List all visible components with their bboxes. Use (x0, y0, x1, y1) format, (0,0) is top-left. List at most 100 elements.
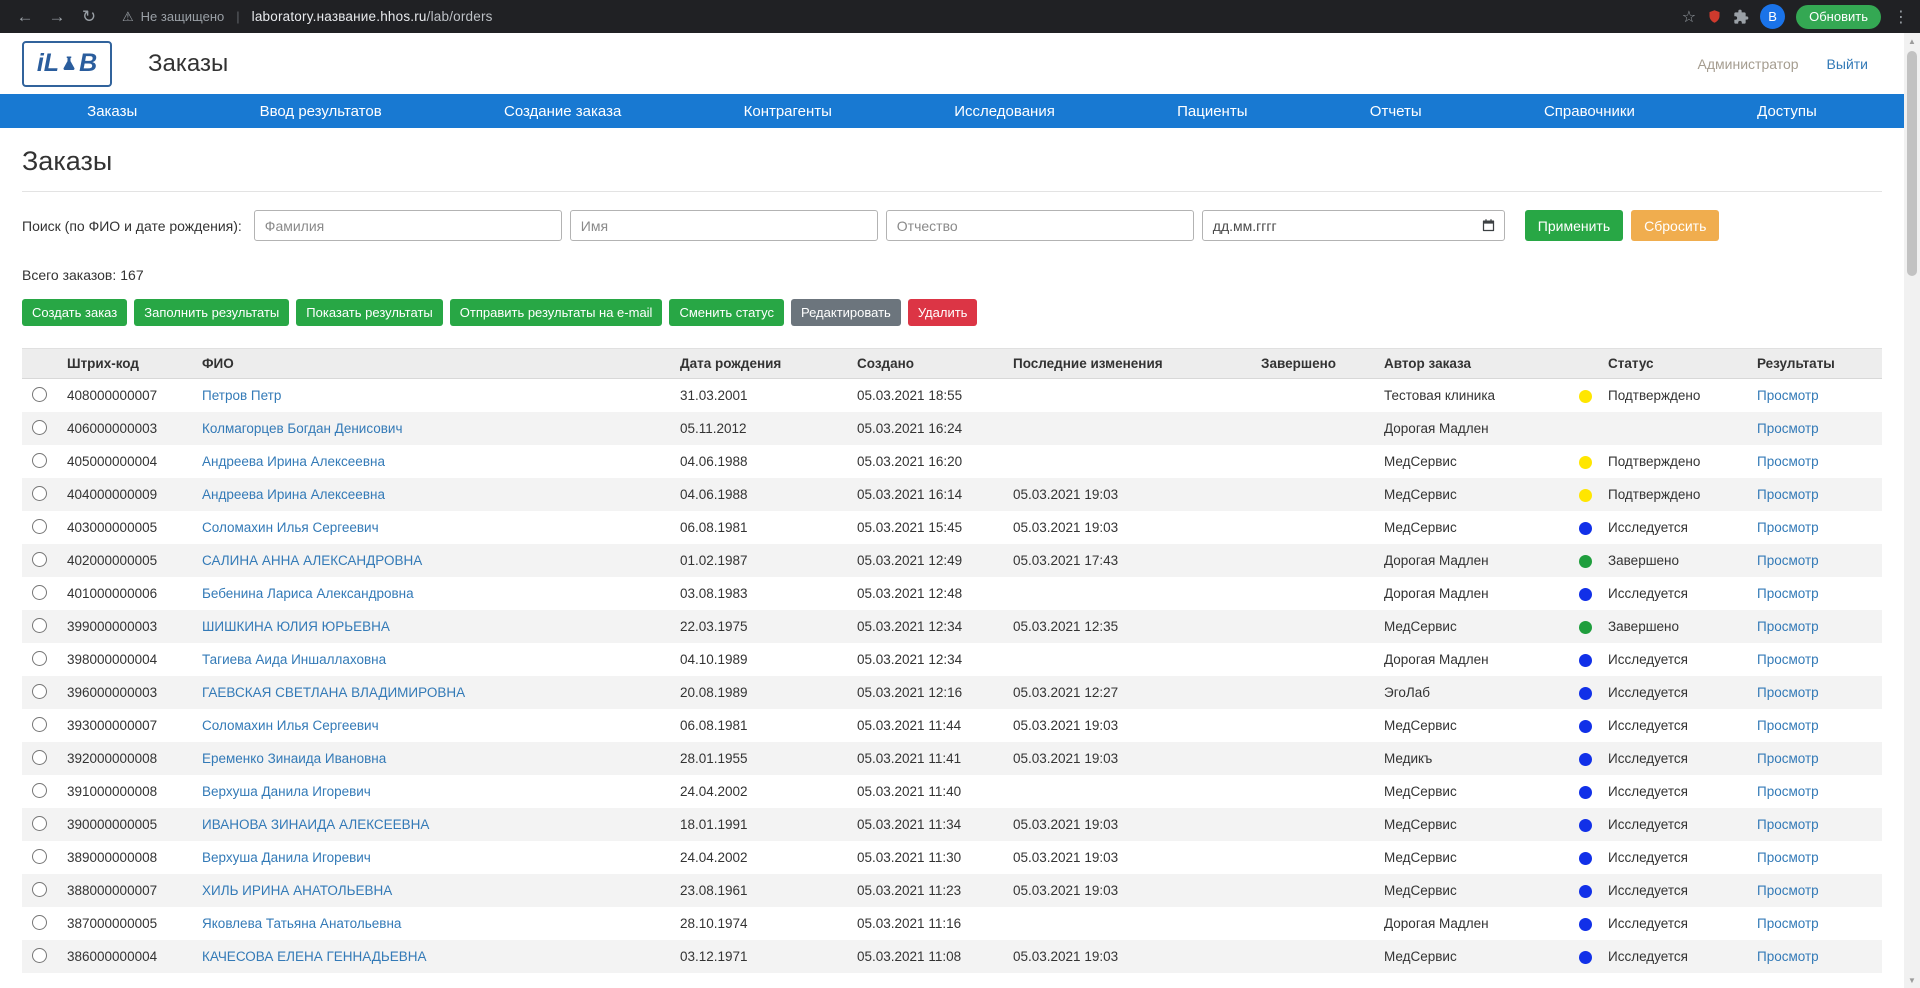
order-created: 05.03.2021 12:34 (857, 652, 963, 667)
send-results-email-button[interactable]: Отправить результаты на e-mail (449, 299, 663, 326)
order-patient-link[interactable]: Верхуша Данила Игоревич (202, 784, 371, 799)
nav-item-orders[interactable]: Заказы (87, 103, 137, 120)
order-patient-link[interactable]: Бебенина Лариса Александровна (202, 586, 414, 601)
order-view-link[interactable]: Просмотр (1757, 817, 1819, 832)
back-icon[interactable]: ← (10, 3, 40, 31)
order-view-link[interactable]: Просмотр (1757, 652, 1819, 667)
order-patient-link[interactable]: ХИЛЬ ИРИНА АНАТОЛЬЕВНА (202, 883, 392, 898)
fill-results-button[interactable]: Заполнить результаты (134, 299, 290, 326)
order-view-link[interactable]: Просмотр (1757, 718, 1819, 733)
site-security-chip[interactable]: ⚠ Не защищено (122, 9, 224, 25)
order-select-radio[interactable] (32, 947, 47, 963)
order-birthdate: 28.10.1974 (680, 916, 748, 931)
ilab-logo[interactable]: iL B (22, 40, 112, 87)
order-select-radio[interactable] (32, 650, 47, 666)
browser-update-button[interactable]: Обновить (1796, 4, 1881, 29)
nav-item-access[interactable]: Доступы (1757, 103, 1817, 120)
order-view-link[interactable]: Просмотр (1757, 784, 1819, 799)
order-select-radio[interactable] (32, 782, 47, 798)
adblock-extension-icon[interactable] (1707, 9, 1722, 24)
apply-filter-button[interactable]: Применить (1524, 210, 1624, 241)
create-order-button[interactable]: Создать заказ (22, 299, 128, 326)
nav-item-order-creation[interactable]: Создание заказа (504, 103, 621, 120)
order-patient-link[interactable]: КАЧЕСОВА ЕЛЕНА ГЕННАДЬЕВНА (202, 949, 426, 964)
reset-filter-button[interactable]: Сбросить (1631, 210, 1720, 241)
order-view-link[interactable]: Просмотр (1757, 751, 1819, 766)
order-view-link[interactable]: Просмотр (1757, 883, 1819, 898)
order-select-radio[interactable] (32, 914, 47, 930)
orders-total-count: 167 (120, 267, 144, 283)
order-patient-link[interactable]: ИВАНОВА ЗИНАИДА АЛЕКСЕЕВНА (202, 817, 429, 832)
order-view-link[interactable]: Просмотр (1757, 553, 1819, 568)
browser-menu-icon[interactable]: ⋮ (1892, 7, 1910, 27)
order-select-radio[interactable] (32, 848, 47, 864)
scrollbar-down-arrow[interactable]: ▼ (1904, 972, 1920, 988)
bookmark-star-icon[interactable]: ☆ (1682, 7, 1696, 27)
order-created: 05.03.2021 16:14 (857, 487, 963, 502)
order-status-dot-cell (1567, 421, 1608, 436)
order-select-radio[interactable] (32, 452, 47, 468)
order-view-link[interactable]: Просмотр (1757, 685, 1819, 700)
order-view-link[interactable]: Просмотр (1757, 454, 1819, 469)
extensions-puzzle-icon[interactable] (1733, 9, 1749, 25)
order-select-radio[interactable] (32, 716, 47, 732)
nav-item-reports[interactable]: Отчеты (1370, 103, 1422, 120)
delete-order-button[interactable]: Удалить (907, 299, 978, 326)
order-view-link[interactable]: Просмотр (1757, 916, 1819, 931)
order-select-radio[interactable] (32, 617, 47, 633)
order-select-radio[interactable] (32, 683, 47, 699)
middlename-input[interactable] (885, 210, 1194, 241)
forward-icon[interactable]: → (42, 3, 72, 31)
order-view-link[interactable]: Просмотр (1757, 520, 1819, 535)
show-results-button[interactable]: Показать результаты (296, 299, 443, 326)
order-patient-link[interactable]: Тагиева Аида Иншаллаховна (202, 652, 386, 667)
order-view-link[interactable]: Просмотр (1757, 949, 1819, 964)
browser-profile-avatar[interactable]: B (1760, 4, 1786, 29)
order-patient-link[interactable]: Соломахин Илья Сергеевич (202, 718, 379, 733)
scrollbar-up-arrow[interactable]: ▲ (1904, 33, 1920, 49)
nav-item-directories[interactable]: Справочники (1544, 103, 1635, 120)
order-view-link[interactable]: Просмотр (1757, 388, 1819, 403)
order-select-radio[interactable] (32, 551, 47, 567)
order-select-radio[interactable] (32, 749, 47, 765)
logout-link[interactable]: Выйти (1827, 56, 1868, 72)
order-patient-link[interactable]: Андреева Ирина Алексеевна (202, 487, 385, 502)
order-view-link[interactable]: Просмотр (1757, 487, 1819, 502)
nav-item-patients[interactable]: Пациенты (1177, 103, 1247, 120)
order-patient-link[interactable]: САЛИНА АННА АЛЕКСАНДРОВНА (202, 553, 422, 568)
order-select-radio[interactable] (32, 815, 47, 831)
order-patient-link[interactable]: Андреева Ирина Алексеевна (202, 454, 385, 469)
order-patient-link[interactable]: Соломахин Илья Сергеевич (202, 520, 379, 535)
header-completed: Завершено (1261, 356, 1337, 371)
nav-item-contractors[interactable]: Контрагенты (744, 103, 832, 120)
order-view-link[interactable]: Просмотр (1757, 421, 1819, 436)
order-select-radio[interactable] (32, 485, 47, 501)
order-patient-link[interactable]: ШИШКИНА ЮЛИЯ ЮРЬЕВНА (202, 619, 390, 634)
order-select-radio[interactable] (32, 584, 47, 600)
order-select-radio[interactable] (32, 419, 47, 435)
order-view-link[interactable]: Просмотр (1757, 850, 1819, 865)
scrollbar-thumb[interactable] (1907, 51, 1917, 276)
order-patient-link[interactable]: Колмагорцев Богдан Денисович (202, 421, 402, 436)
order-view-link[interactable]: Просмотр (1757, 619, 1819, 634)
table-row: 387000000005 Яковлева Татьяна Анатольевн… (22, 907, 1882, 940)
firstname-input[interactable] (569, 210, 878, 241)
order-select-radio[interactable] (32, 518, 47, 534)
edit-order-button[interactable]: Редактировать (791, 299, 901, 326)
address-bar[interactable]: laboratory.название.hhos.ru /lab/orders (252, 9, 1666, 24)
change-status-button[interactable]: Сменить статус (669, 299, 784, 326)
lastname-input[interactable] (253, 210, 562, 241)
nav-item-result-entry[interactable]: Ввод результатов (260, 103, 382, 120)
order-select-radio[interactable] (32, 386, 47, 402)
order-patient-link[interactable]: Петров Петр (202, 388, 281, 403)
order-patient-link[interactable]: Верхуша Данила Игоревич (202, 850, 371, 865)
refresh-icon[interactable]: ↻ (74, 3, 104, 31)
order-select-radio[interactable] (32, 881, 47, 897)
order-view-link[interactable]: Просмотр (1757, 586, 1819, 601)
order-patient-link[interactable]: Яковлева Татьяна Анатольевна (202, 916, 401, 931)
birthdate-input[interactable]: дд.мм.гггг (1201, 210, 1505, 241)
order-patient-link[interactable]: Еременко Зинаида Ивановна (202, 751, 386, 766)
nav-item-research[interactable]: Исследования (954, 103, 1055, 120)
order-patient-link[interactable]: ГАЕВСКАЯ СВЕТЛАНА ВЛАДИМИРОВНА (202, 685, 465, 700)
calendar-icon[interactable] (1481, 218, 1496, 233)
